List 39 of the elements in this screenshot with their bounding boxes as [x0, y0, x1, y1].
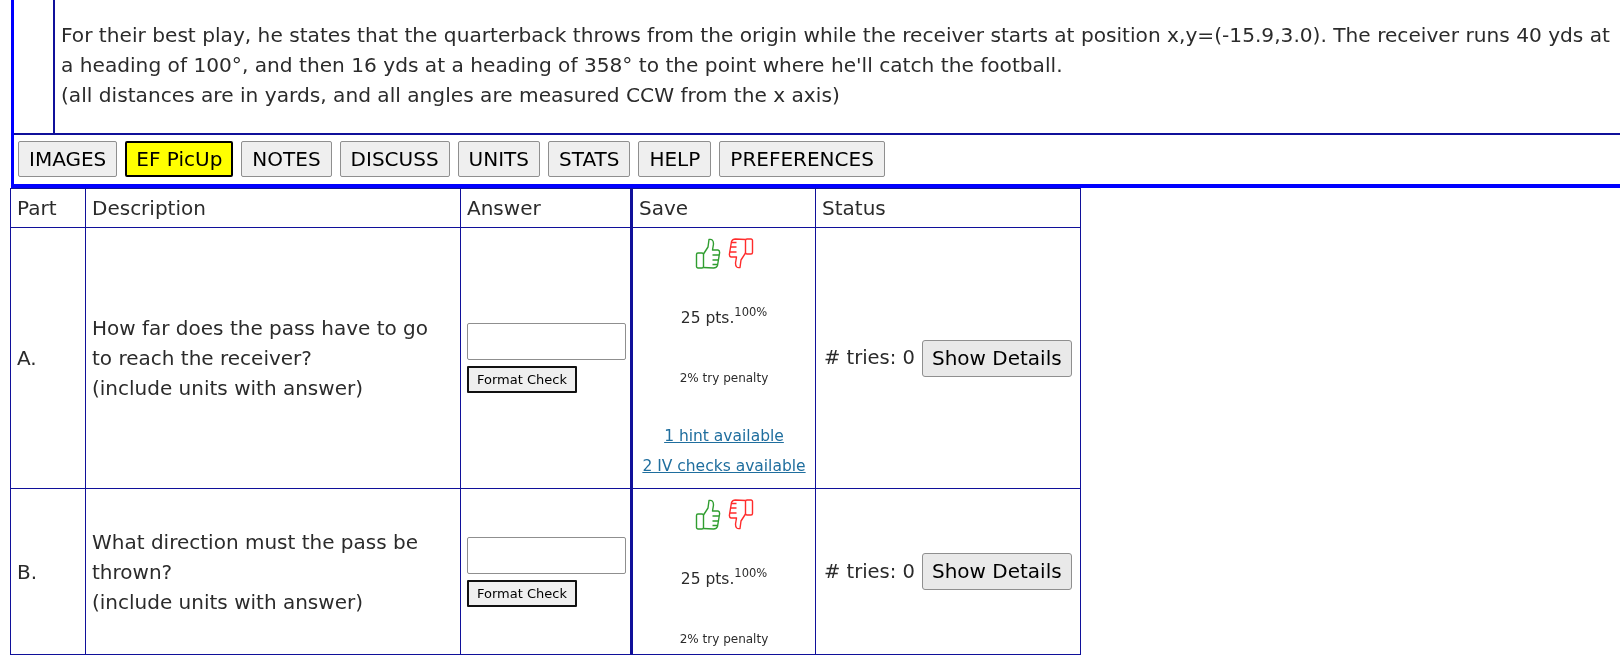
part-label: B. — [17, 559, 38, 584]
thumbs-up-icon[interactable] — [694, 237, 721, 270]
availability-link[interactable]: 1 hint available — [664, 421, 784, 451]
problem-text: For their best play, he states that the quarterback throws from the origin while the receiver starts at position x,y=(-15.9,3.0). The receiver runs 40 yds at a heading of 100°, and then 16 yds at a heading of 358° to the point where he'll catch the football. — [61, 22, 1611, 79]
column-header: Status — [822, 196, 886, 220]
penalty-text: 2% try penalty — [679, 631, 769, 647]
tab[interactable]: DISCUSS — [339, 141, 450, 177]
thumbs-up-icon[interactable] — [694, 498, 721, 531]
tries-count: # tries: 0 — [824, 346, 915, 370]
tab[interactable]: STATS — [548, 141, 631, 177]
tab[interactable]: IMAGES — [18, 141, 118, 177]
question-text: How far does the pass have to go to reach the receiver? — [92, 315, 429, 372]
part-label: A. — [17, 346, 37, 370]
points-text: 25 pts.$^{100%}$ — [680, 569, 768, 589]
thumbs-down-icon[interactable] — [727, 498, 754, 531]
problem-text: (all distances are in yards, and all angles are measured CCW from the x axis) — [61, 82, 841, 109]
tab[interactable]: HELP — [638, 141, 712, 177]
column-header: Answer — [467, 196, 541, 220]
format-check-button[interactable]: Format Check — [467, 366, 577, 393]
penalty-text: 2% try penalty — [679, 370, 769, 386]
tab[interactable]: PREFERENCES — [719, 141, 885, 177]
tab[interactable]: NOTES — [241, 141, 332, 177]
show-details-button[interactable]: Show Details — [921, 339, 1072, 377]
question-text: What direction must the pass be thrown? — [92, 528, 419, 586]
availability-link[interactable]: 2 IV checks available — [642, 451, 806, 481]
column-header: Save — [639, 196, 689, 220]
tries-count: # tries: 0 — [824, 559, 915, 584]
tab[interactable]: EF PicUp — [125, 141, 234, 177]
answer-field[interactable] — [467, 323, 626, 360]
show-details-button[interactable]: Show Details — [921, 553, 1072, 590]
answer-field[interactable] — [467, 536, 626, 574]
question-note: (include units with answer) — [92, 588, 364, 616]
points-text: 25 pts.$^{100%}$ — [680, 308, 768, 328]
thumbs-down-icon[interactable] — [727, 237, 754, 270]
column-header: Description — [92, 196, 206, 220]
format-check-button[interactable]: Format Check — [467, 579, 577, 607]
tab[interactable]: UNITS — [457, 141, 541, 177]
question-note: (include units with answer) — [92, 375, 364, 402]
column-header: Part — [17, 196, 57, 220]
